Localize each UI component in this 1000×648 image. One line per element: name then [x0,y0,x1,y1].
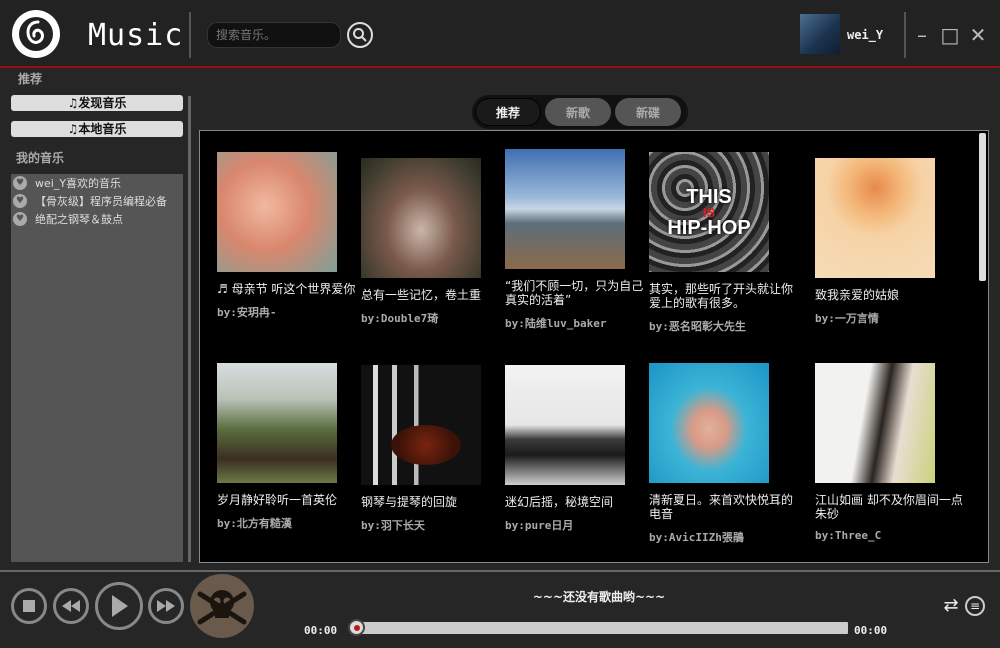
search-icon [353,28,367,42]
divider [189,12,191,58]
card-title[interactable]: 岁月静好聆听一首英伦 [217,493,365,507]
next-button[interactable] [148,588,184,624]
card-author[interactable]: by:一万言情 [815,310,965,326]
local-music-button[interactable]: ♫本地音乐 [11,121,183,137]
player-divider [0,570,1000,572]
play-icon [112,595,128,617]
playlist-card[interactable]: THIS IS HIP-HOP 其实，那些听了开头就让你爱上的歌有很多。 by:… [649,152,799,334]
cover-image[interactable] [361,158,481,278]
card-author[interactable]: by:pure日月 [505,517,655,533]
cover-text: THIS [686,185,732,208]
minimize-button[interactable]: – [912,25,932,46]
top-bar: Music wei_Y – □ ✕ [0,0,1000,68]
cover-image[interactable] [217,363,337,483]
playlist-card[interactable]: “我们不顾一切，只为自己真实的活着” by:陆维luv_baker [505,149,655,331]
playlist-label: wei_Y喜欢的音乐 [35,177,122,190]
tab-bar: 推荐 新歌 新碟 [472,95,688,129]
playlist-card[interactable]: 总有一些记忆，卷土重 by:Double7琦 [361,158,511,326]
current-time: 00:00 [304,624,338,637]
close-button[interactable]: ✕ [968,25,988,46]
playlist-label: 绝配之钢琴＆鼓点 [35,213,123,226]
previous-button[interactable] [53,588,89,624]
progress-bar[interactable] [348,619,848,636]
card-author[interactable]: by:北方有糙漢 [217,515,367,531]
now-playing-text: ~~~还没有歌曲哟~~~ [532,590,666,604]
app-logo-icon [12,10,60,58]
rewind-icon [62,600,80,612]
playlist-item[interactable]: ♥ wei_Y喜欢的音乐 [11,174,183,192]
search-button[interactable] [347,22,373,48]
stop-button[interactable] [11,588,47,624]
section-label: 推荐 [18,72,43,86]
cover-image[interactable] [815,363,935,483]
skull-icon [197,590,247,625]
sidebar-divider [188,96,191,562]
card-title[interactable]: 清新夏日。来首欢快悦耳的电音 [649,493,797,521]
playlist-menu-icon[interactable]: ≡ [965,596,985,616]
heart-icon: ♥ [13,176,27,190]
my-music-label: 我的音乐 [16,151,65,165]
repeat-icon[interactable]: ⇄ [941,596,961,616]
search-input[interactable] [207,22,341,48]
playlist-grid: ♬ 母亲节 听这个世界爱你 by:安玥冉- 总有一些记忆，卷土重 by:Doub… [199,130,989,563]
heart-icon: ♥ [13,194,27,208]
card-title[interactable]: 其实，那些听了开头就让你爱上的歌有很多。 [649,282,797,310]
cover-image[interactable]: THIS IS HIP-HOP [649,152,769,272]
scrollbar[interactable] [979,133,986,281]
card-author[interactable]: by:Double7琦 [361,310,511,326]
card-title[interactable]: 总有一些记忆，卷土重 [361,288,509,302]
maximize-button[interactable]: □ [940,25,960,46]
total-time: 00:00 [854,624,888,637]
tab-new-albums[interactable]: 新碟 [615,98,681,126]
app-title: Music [88,18,184,53]
divider [904,12,906,58]
cover-image[interactable] [815,158,935,278]
card-title[interactable]: 钢琴与提琴的回旋 [361,495,509,509]
card-title[interactable]: 致我亲爱的姑娘 [815,288,963,302]
cover-image[interactable] [361,365,481,485]
card-title[interactable]: “我们不顾一切，只为自己真实的活着” [505,279,653,307]
playlist-item[interactable]: ♥ 绝配之钢琴＆鼓点 [11,210,183,228]
album-art-placeholder [190,574,254,638]
fast-forward-icon [157,600,175,612]
username[interactable]: wei_Y [847,28,883,42]
playlist-card[interactable]: 迷幻后摇，秘境空间 by:pure日月 [505,365,655,533]
playlist-card[interactable]: 江山如画 却不及你眉间一点朱砂 by:Three_C [815,363,965,542]
playlist-item[interactable]: ♥ 【骨灰级】程序员编程必备 [11,192,183,210]
playlist-card[interactable]: 岁月静好聆听一首英伦 by:北方有糙漢 [217,363,367,531]
cover-image[interactable] [505,149,625,269]
card-title[interactable]: ♬ 母亲节 听这个世界爱你 [217,282,365,296]
playlist-list: ♥ wei_Y喜欢的音乐 ♥ 【骨灰级】程序员编程必备 ♥ 绝配之钢琴＆鼓点 [11,174,183,562]
stop-icon [23,600,35,612]
cover-image[interactable] [217,152,337,272]
playlist-card[interactable]: 清新夏日。来首欢快悦耳的电音 by:AvicIIZh張鵑 [649,363,799,545]
playlist-card[interactable]: 致我亲爱的姑娘 by:一万言情 [815,158,965,326]
card-author[interactable]: by:羽下长天 [361,517,511,533]
playlist-card[interactable]: ♬ 母亲节 听这个世界爱你 by:安玥冉- [217,152,367,320]
card-author[interactable]: by:AvicIIZh張鵑 [649,529,799,545]
card-author[interactable]: by:陆维luv_baker [505,315,655,331]
user-avatar[interactable] [800,14,840,54]
card-author[interactable]: by:恶名昭彰大先生 [649,318,799,334]
playlist-label: 【骨灰级】程序员编程必备 [35,195,167,208]
card-author[interactable]: by:安玥冉- [217,304,367,320]
card-title[interactable]: 迷幻后摇，秘境空间 [505,495,653,509]
cover-image[interactable] [505,365,625,485]
tab-new-songs[interactable]: 新歌 [545,98,611,126]
discover-music-button[interactable]: ♫发现音乐 [11,95,183,111]
progress-knob[interactable] [348,619,365,636]
cover-text: HIP-HOP [667,216,751,239]
card-title[interactable]: 江山如画 却不及你眉间一点朱砂 [815,493,963,521]
tab-recommend[interactable]: 推荐 [475,98,541,126]
heart-icon: ♥ [13,212,27,226]
playlist-card[interactable]: 钢琴与提琴的回旋 by:羽下长天 [361,365,511,533]
play-button[interactable] [95,582,143,630]
card-author[interactable]: by:Three_C [815,529,965,542]
cover-image[interactable] [649,363,769,483]
